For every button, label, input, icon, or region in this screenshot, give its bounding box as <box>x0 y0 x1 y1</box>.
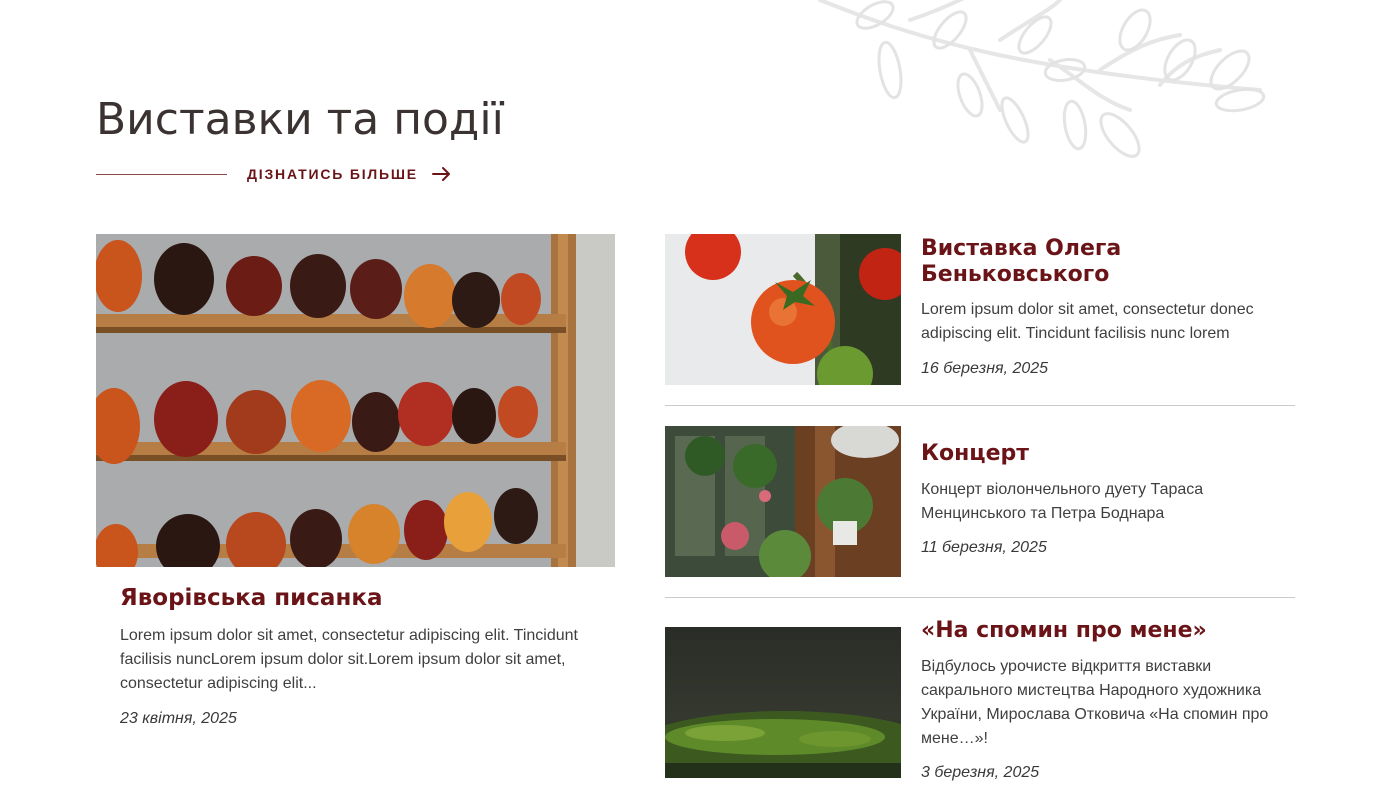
featured-event-image[interactable] <box>96 234 615 567</box>
pysanky-shelf-photo <box>96 234 615 567</box>
event-description: Відбулось урочисте відкриття виставки са… <box>921 658 1269 747</box>
event-image[interactable] <box>665 234 901 385</box>
event-title[interactable]: «На спомин про мене» <box>921 618 1281 644</box>
event-date: 3 березня, 2025 <box>921 764 1040 781</box>
decorative-line <box>96 173 227 175</box>
event-description: Lorem ipsum dolor sit amet, consectetur … <box>921 301 1254 342</box>
event-divider <box>665 405 1295 406</box>
event-title[interactable]: Виставка Олега Беньковського <box>921 236 1281 288</box>
event-image[interactable] <box>665 627 901 778</box>
featured-event-date: 23 квітня, 2025 <box>120 710 237 727</box>
event-description: Концерт віолончельного дуету Тараса Менц… <box>921 481 1204 522</box>
event-title[interactable]: Концерт <box>921 441 1281 467</box>
decorative-branch-illustration <box>818 0 1266 158</box>
learn-more-row: ДІЗНАТИСЬ БІЛЬШЕ <box>96 164 452 184</box>
event-image[interactable] <box>665 426 901 577</box>
event-divider <box>665 597 1295 598</box>
tomatoes-photo <box>665 234 901 385</box>
arrow-right-icon <box>431 167 450 181</box>
section-title: Виставки та події <box>96 94 504 145</box>
event-date: 11 березня, 2025 <box>921 539 1047 556</box>
learn-more-link[interactable]: ДІЗНАТИСЬ БІЛЬШЕ <box>247 166 452 182</box>
event-date: 16 березня, 2025 <box>921 360 1049 377</box>
greenhouse-plants-photo <box>665 426 901 577</box>
featured-event-description: Lorem ipsum dolor sit amet, consectetur … <box>120 627 578 692</box>
moss-photo <box>665 627 901 778</box>
featured-event-title[interactable]: Яворівська писанка <box>120 585 382 611</box>
learn-more-label: ДІЗНАТИСЬ БІЛЬШЕ <box>247 166 418 182</box>
